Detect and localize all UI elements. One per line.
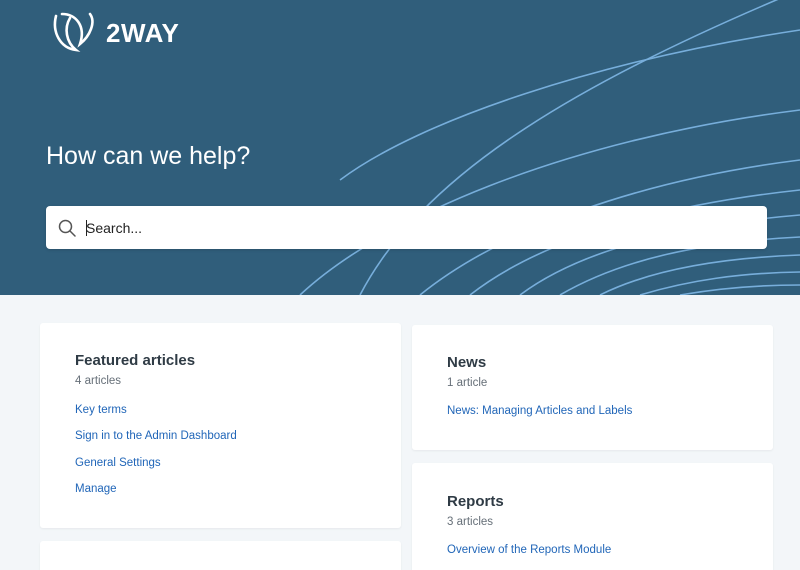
card-news: News 1 article News: Managing Articles a… (412, 325, 773, 450)
card-title[interactable]: Featured articles (75, 352, 195, 369)
article-link-manage[interactable]: Manage (75, 483, 117, 495)
page-title: How can we help? (46, 142, 251, 170)
article-link-general-settings[interactable]: General Settings (75, 457, 161, 469)
article-link-sign-in[interactable]: Sign in to the Admin Dashboard (75, 430, 237, 442)
hero-banner: 2WAY How can we help? (0, 0, 800, 295)
text-cursor (86, 220, 87, 236)
search-input[interactable] (86, 206, 756, 249)
article-count: 1 article (447, 377, 488, 389)
article-count: 3 articles (447, 516, 494, 528)
article-count: 4 articles (75, 375, 122, 387)
article-link-reports-overview[interactable]: Overview of the Reports Module (447, 544, 611, 556)
swoosh-leaf-icon (53, 12, 94, 52)
card-reports: Reports 3 articles Overview of the Repor… (412, 463, 773, 570)
card-title[interactable]: News (447, 354, 486, 371)
search-icon (58, 219, 76, 237)
card-featured-articles: Featured articles 4 articles Key terms S… (40, 323, 401, 528)
card-partial (40, 541, 401, 570)
article-link-news-managing[interactable]: News: Managing Articles and Labels (447, 405, 632, 417)
brand-name: 2WAY (106, 17, 180, 48)
article-link-key-terms[interactable]: Key terms (75, 404, 127, 416)
search-bar[interactable] (46, 206, 767, 249)
card-title[interactable]: Reports (447, 493, 504, 510)
brand-logo[interactable]: 2WAY (50, 10, 179, 54)
